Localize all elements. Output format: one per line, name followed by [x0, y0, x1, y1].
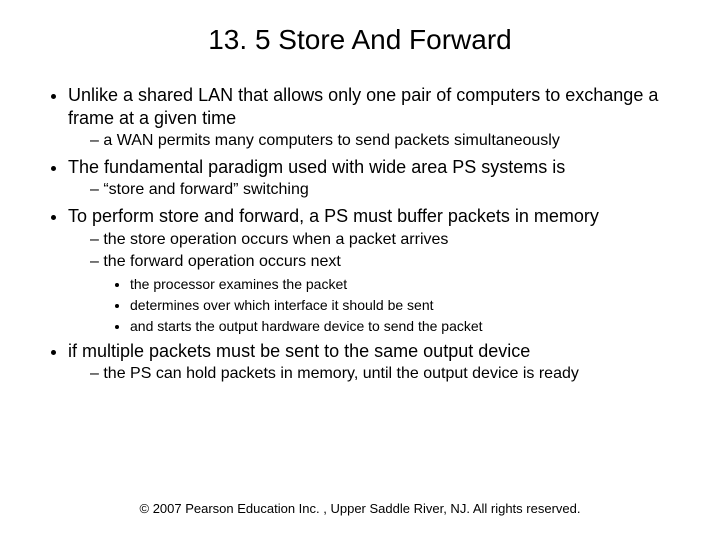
bullet-3-1: the store operation occurs when a packet…	[90, 230, 680, 251]
bullet-4-sub: the PS can hold packets in memory, until…	[68, 364, 680, 385]
copyright-footer: © 2007 Pearson Education Inc. , Upper Sa…	[0, 501, 720, 516]
bullet-list: Unlike a shared LAN that allows only one…	[40, 84, 680, 385]
bullet-4-1-text: the PS can hold packets in memory, until…	[103, 365, 579, 382]
bullet-4: if multiple packets must be sent to the …	[68, 340, 680, 385]
bullet-1-sub: a WAN permits many computers to send pac…	[68, 131, 680, 152]
slide: 13. 5 Store And Forward Unlike a shared …	[0, 0, 720, 540]
bullet-1-1: a WAN permits many computers to send pac…	[90, 131, 680, 152]
bullet-1-1-text: a WAN permits many computers to send pac…	[103, 132, 559, 149]
slide-title: 13. 5 Store And Forward	[40, 24, 680, 56]
bullet-3-2-sub: the processor examines the packet determ…	[90, 275, 680, 336]
bullet-3-sub: the store operation occurs when a packet…	[68, 230, 680, 336]
bullet-2: The fundamental paradigm used with wide …	[68, 156, 680, 201]
bullet-3-2-2-text: determines over which interface it shoul…	[130, 297, 434, 313]
bullet-2-text: The fundamental paradigm used with wide …	[68, 157, 565, 177]
bullet-1: Unlike a shared LAN that allows only one…	[68, 84, 680, 152]
bullet-2-sub: “store and forward” switching	[68, 180, 680, 201]
bullet-4-text: if multiple packets must be sent to the …	[68, 341, 530, 361]
bullet-3-2-2: determines over which interface it shoul…	[130, 296, 680, 315]
bullet-2-1: “store and forward” switching	[90, 180, 680, 201]
bullet-3-text: To perform store and forward, a PS must …	[68, 206, 599, 226]
bullet-1-text: Unlike a shared LAN that allows only one…	[68, 85, 658, 128]
bullet-3-2-1-text: the processor examines the packet	[130, 276, 347, 292]
bullet-3-2-3: and starts the output hardware device to…	[130, 317, 680, 336]
bullet-3: To perform store and forward, a PS must …	[68, 205, 680, 336]
bullet-4-1: the PS can hold packets in memory, until…	[90, 364, 680, 385]
bullet-3-2: the forward operation occurs next the pr…	[90, 252, 680, 335]
bullet-3-2-text: the forward operation occurs next	[103, 253, 340, 270]
bullet-3-2-3-text: and starts the output hardware device to…	[130, 318, 483, 334]
bullet-2-1-text: “store and forward” switching	[103, 181, 308, 198]
bullet-3-2-1: the processor examines the packet	[130, 275, 680, 294]
bullet-3-1-text: the store operation occurs when a packet…	[103, 231, 448, 248]
